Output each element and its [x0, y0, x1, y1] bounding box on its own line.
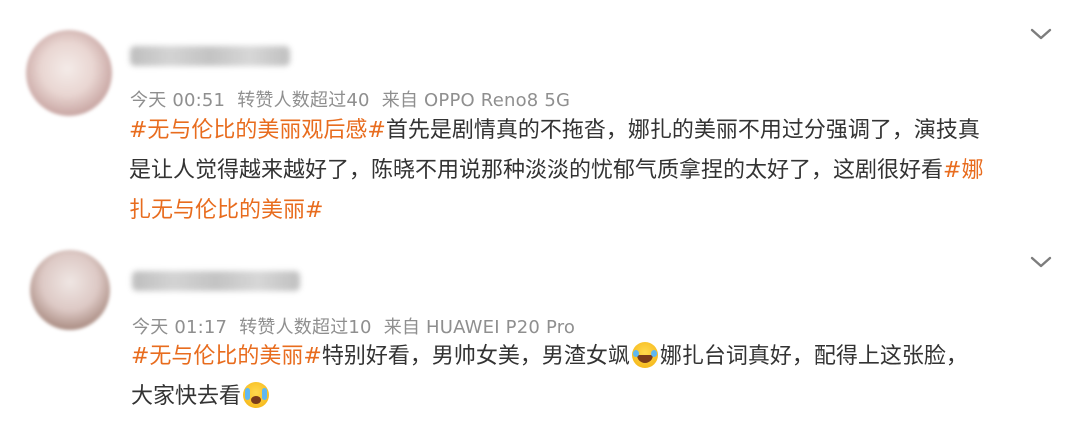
weibo-comment: 今天 00:51 转赞人数超过40 来自 OPPO Reno8 5G #无与伦比的美…	[0, 0, 1080, 245]
post-text: 特别好看，男帅女美，男渣女飒	[321, 344, 630, 369]
hashtag-link[interactable]: #无与伦比的美丽#	[131, 344, 322, 369]
post-time: 今天 01:17	[132, 317, 228, 338]
username-blurred[interactable]	[130, 46, 290, 66]
hashtag-link[interactable]: 扎无与伦比的美丽#	[129, 198, 323, 223]
post-body-line: 大家快去看	[131, 377, 968, 417]
post-body-line: 是让人觉得越来越好了，陈晓不用说那种淡淡的忧郁气质拿捏的太好了，这剧很好看#娜	[129, 151, 983, 191]
repost-count: 转赞人数超过40	[237, 90, 370, 111]
post-meta: 今天 01:17 转赞人数超过10 来自 HUAWEI P20 Pro	[132, 313, 575, 339]
post-source: 来自 OPPO Reno8 5G	[381, 90, 571, 111]
post-time: 今天 00:51	[130, 90, 226, 111]
post-text: 大家快去看	[131, 384, 242, 409]
chevron-down-icon[interactable]	[1030, 27, 1052, 41]
avatar[interactable]	[30, 250, 110, 330]
hashtag-link[interactable]: #无与伦比的美丽观后感#	[129, 118, 386, 143]
laughing-crying-emoji	[631, 342, 658, 368]
avatar[interactable]	[26, 30, 112, 116]
repost-count: 转赞人数超过10	[239, 317, 372, 338]
post-source: 来自 HUAWEI P20 Pro	[383, 317, 576, 338]
username-blurred[interactable]	[132, 271, 300, 291]
hashtag-link[interactable]: #娜	[943, 158, 983, 183]
chevron-down-icon[interactable]	[1030, 255, 1052, 269]
post-body-line: 扎无与伦比的美丽#	[129, 191, 983, 231]
post-meta: 今天 00:51 转赞人数超过40 来自 OPPO Reno8 5G	[130, 86, 570, 112]
post-body: #无与伦比的美丽#特别好看，男帅女美，男渣女飒 娜扎台词真好，配得上这张脸， 大家…	[131, 337, 968, 417]
post-body-line: #无与伦比的美丽观后感#首先是剧情真的不拖沓，娜扎的美丽不用过分强调了，演技真	[129, 111, 983, 151]
post-body-line: #无与伦比的美丽#特别好看，男帅女美，男渣女飒 娜扎台词真好，配得上这张脸，	[131, 337, 968, 377]
post-text: 是让人觉得越来越好了，陈晓不用说那种淡淡的忧郁气质拿捏的太好了，这剧很好看	[129, 158, 944, 183]
teary-emoji	[243, 382, 270, 408]
post-text: 娜扎台词真好，配得上这张脸，	[659, 344, 968, 369]
post-text: 首先是剧情真的不拖沓，娜扎的美丽不用过分强调了，演技真	[385, 118, 980, 143]
post-body: #无与伦比的美丽观后感#首先是剧情真的不拖沓，娜扎的美丽不用过分强调了，演技真 …	[129, 111, 983, 231]
